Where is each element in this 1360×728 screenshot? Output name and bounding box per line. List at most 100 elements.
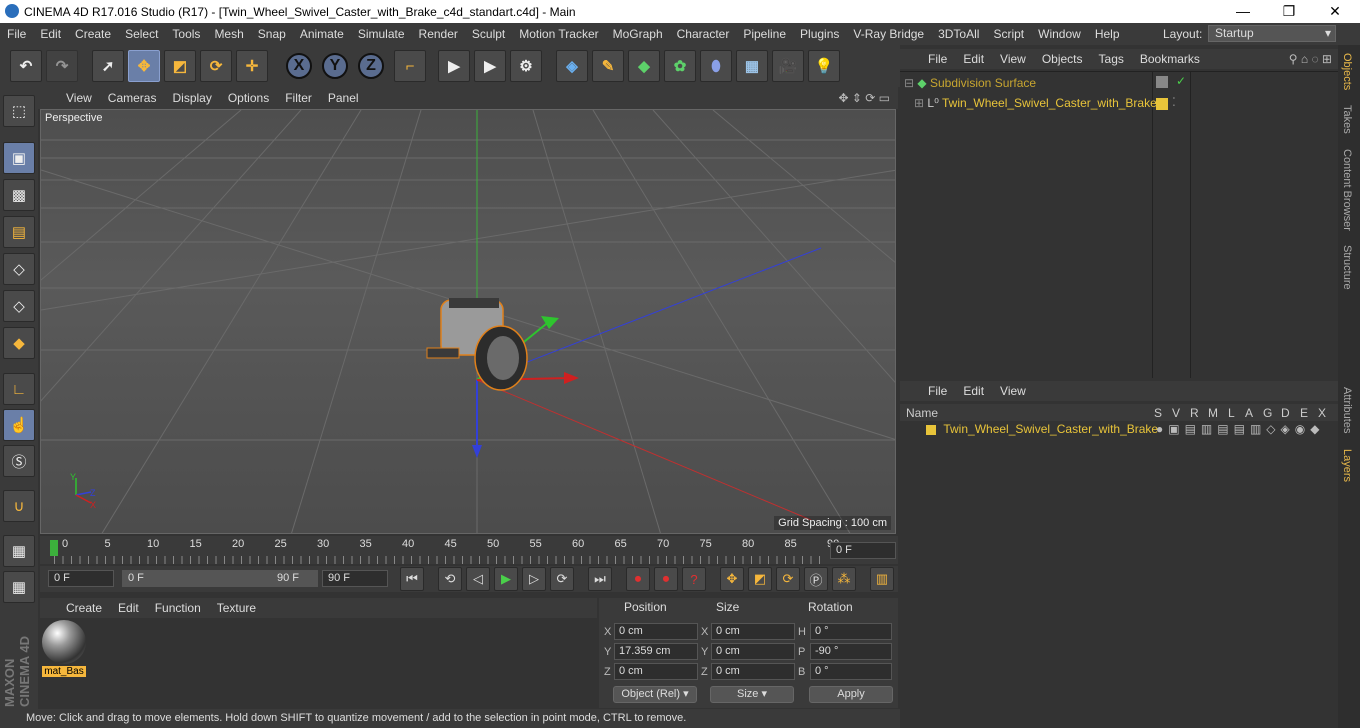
apply-button[interactable]: Apply — [809, 686, 893, 703]
position-x-field[interactable]: 0 cm — [614, 623, 698, 640]
col-v[interactable]: V — [1172, 406, 1180, 420]
workplane-lock-icon[interactable]: ▦ — [3, 535, 35, 567]
subdivision-surface-icon[interactable]: ◆ — [628, 50, 660, 82]
menu-render[interactable]: Render — [412, 27, 465, 41]
timeline-window-icon[interactable]: ▥ — [870, 567, 894, 591]
menu-tools[interactable]: Tools — [165, 27, 207, 41]
snap-icon[interactable]: ∪ — [3, 490, 35, 522]
layer-row[interactable]: Twin_Wheel_Swivel_Caster_with_Brake ●▣▤▥… — [908, 422, 1334, 440]
tab-structure[interactable]: Structure — [1341, 245, 1353, 290]
floor-icon[interactable]: ▦ — [736, 50, 768, 82]
key-scale-icon[interactable]: ◩ — [748, 567, 772, 591]
size-x-field[interactable]: 0 cm — [711, 623, 795, 640]
polygons-mode-icon[interactable]: ◆ — [3, 327, 35, 359]
layer-menu-edit[interactable]: Edit — [955, 384, 992, 398]
tab-layers[interactable]: Layers — [1341, 449, 1353, 482]
menu-mesh[interactable]: Mesh — [207, 27, 250, 41]
goto-end-icon[interactable]: ⏭ — [588, 567, 612, 591]
tab-takes[interactable]: Takes — [1341, 105, 1353, 134]
solo-icon[interactable]: Ⓢ — [3, 445, 35, 477]
render-view-icon[interactable]: ▶ — [438, 50, 470, 82]
goto-start-icon[interactable]: ⏮ — [400, 567, 424, 591]
current-frame-field[interactable]: 0 F — [830, 542, 896, 559]
key-pla-icon[interactable]: ⁂ — [832, 567, 856, 591]
perspective-viewport[interactable]: Y Z X Perspective Grid Spacing : 100 cm — [40, 109, 896, 534]
col-m[interactable]: M — [1208, 406, 1218, 420]
x-axis-lock-icon[interactable]: X — [286, 53, 312, 79]
menu-file[interactable]: File — [0, 27, 33, 41]
col-a[interactable]: A — [1245, 406, 1253, 420]
cube-object-icon[interactable]: ◈ — [556, 50, 588, 82]
prev-frame-icon[interactable]: ◁ — [466, 567, 490, 591]
menu-simulate[interactable]: Simulate — [351, 27, 412, 41]
key-position-icon[interactable]: ✥ — [720, 567, 744, 591]
menu-character[interactable]: Character — [670, 27, 737, 41]
y-axis-lock-icon[interactable]: Y — [322, 53, 348, 79]
viewport-nav-icons[interactable]: ✥ ⇕ ⟳ ▭ — [838, 91, 890, 105]
expand-icon[interactable]: ⊞ — [914, 96, 924, 110]
col-r[interactable]: R — [1190, 406, 1199, 420]
obj-menu-tags[interactable]: Tags — [1091, 52, 1132, 66]
close-button[interactable]: ✕ — [1312, 0, 1358, 23]
col-d[interactable]: D — [1281, 406, 1290, 420]
tab-attributes[interactable]: Attributes — [1341, 387, 1353, 433]
coordinate-mode-select[interactable]: Object (Rel) ▾ — [613, 686, 697, 703]
mat-menu-create[interactable]: Create — [58, 601, 110, 615]
obj-menu-file[interactable]: File — [920, 52, 955, 66]
camera-icon[interactable]: 🎥 — [772, 50, 804, 82]
tab-objects[interactable]: Objects — [1341, 53, 1353, 90]
search-icon[interactable]: ⚲ ⌂ ◌ ⊞ — [1289, 52, 1332, 66]
vp-menu-panel[interactable]: Panel — [320, 91, 367, 105]
menu-motion-tracker[interactable]: Motion Tracker — [512, 27, 605, 41]
recent-tool[interactable]: ✛ — [236, 50, 268, 82]
redo-button[interactable]: ↷ — [46, 50, 78, 82]
workplane-axis-icon[interactable]: ▦ — [3, 571, 35, 603]
tweak-mode-icon[interactable]: ☝ — [3, 409, 35, 441]
checkmark-icon[interactable]: ✓ — [1176, 74, 1186, 88]
key-rotation-icon[interactable]: ⟳ — [776, 567, 800, 591]
collapse-icon[interactable]: ⊟ — [904, 76, 914, 90]
size-z-field[interactable]: 0 cm — [711, 663, 795, 680]
position-z-field[interactable]: 0 cm — [614, 663, 698, 680]
next-frame-icon[interactable]: ▷ — [522, 567, 546, 591]
menu-mograph[interactable]: MoGraph — [606, 27, 670, 41]
col-g[interactable]: G — [1263, 406, 1272, 420]
col-x[interactable]: X — [1318, 406, 1326, 420]
undo-button[interactable]: ↶ — [10, 50, 42, 82]
mat-menu-function[interactable]: Function — [147, 601, 209, 615]
menu-edit[interactable]: Edit — [33, 27, 68, 41]
menu-pipeline[interactable]: Pipeline — [736, 27, 793, 41]
obj-menu-view[interactable]: View — [992, 52, 1034, 66]
render-picture-viewer-icon[interactable]: ▶ — [474, 50, 506, 82]
menu-vray-bridge[interactable]: V-Ray Bridge — [846, 27, 931, 41]
material-item[interactable]: mat_Bas — [42, 620, 86, 680]
render-settings-icon[interactable]: ⚙ — [510, 50, 542, 82]
light-icon[interactable]: 💡 — [808, 50, 840, 82]
vp-menu-options[interactable]: Options — [220, 91, 277, 105]
record-icon[interactable]: ⏺ — [626, 567, 650, 591]
col-s[interactable]: S — [1154, 406, 1162, 420]
rotation-b-field[interactable]: 0 ° — [810, 663, 892, 680]
menu-sculpt[interactable]: Sculpt — [465, 27, 512, 41]
keyframe-selection-icon[interactable]: ? — [682, 567, 706, 591]
obj-menu-bookmarks[interactable]: Bookmarks — [1132, 52, 1208, 66]
start-frame-field[interactable]: 0 F — [48, 570, 114, 587]
deformer-icon[interactable]: ⬮ — [700, 50, 732, 82]
vp-menu-view[interactable]: View — [58, 91, 100, 105]
menu-help[interactable]: Help — [1088, 27, 1127, 41]
menu-3dtoall[interactable]: 3DToAll — [931, 27, 986, 41]
vp-menu-cameras[interactable]: Cameras — [100, 91, 165, 105]
minimize-button[interactable]: — — [1220, 0, 1266, 23]
axis-mode-icon[interactable]: ∟ — [3, 373, 35, 405]
move-tool[interactable]: ✥ — [128, 50, 160, 82]
rotation-h-field[interactable]: 0 ° — [810, 623, 892, 640]
edges-mode-icon[interactable]: ◇ — [3, 290, 35, 322]
pen-spline-icon[interactable]: ✎ — [592, 50, 624, 82]
mat-menu-edit[interactable]: Edit — [110, 601, 147, 615]
rotation-p-field[interactable]: -90 ° — [810, 643, 892, 660]
end-frame-field[interactable]: 90 F — [322, 570, 388, 587]
model-mode-icon[interactable]: ▣ — [3, 142, 35, 174]
tab-content-browser[interactable]: Content Browser — [1341, 149, 1353, 231]
size-mode-select[interactable]: Size ▾ — [710, 686, 794, 703]
menu-select[interactable]: Select — [118, 27, 165, 41]
